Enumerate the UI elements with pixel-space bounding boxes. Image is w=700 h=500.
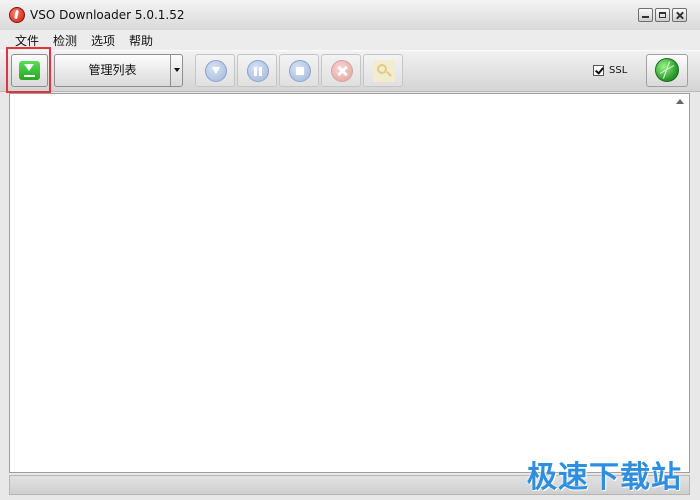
window-title: VSO Downloader 5.0.1.52 bbox=[30, 8, 185, 22]
watermark: 极速下载站 bbox=[527, 460, 682, 495]
scroll-up-arrow-icon[interactable] bbox=[672, 95, 688, 107]
ssl-checkbox[interactable] bbox=[593, 65, 604, 76]
ssl-option[interactable]: SSL bbox=[593, 65, 627, 76]
download-button[interactable] bbox=[195, 54, 235, 87]
pause-button[interactable] bbox=[237, 54, 277, 87]
menu-options[interactable]: 选项 bbox=[91, 32, 115, 49]
app-logo-icon bbox=[9, 7, 25, 23]
manage-list-dropdown[interactable] bbox=[170, 54, 183, 87]
menu-detect[interactable]: 检测 bbox=[53, 32, 77, 49]
maximize-button[interactable] bbox=[655, 8, 670, 22]
menu-help[interactable]: 帮助 bbox=[129, 32, 153, 49]
menu-bar: 文件 检测 选项 帮助 bbox=[0, 30, 700, 50]
stop-button[interactable] bbox=[279, 54, 319, 87]
close-button[interactable] bbox=[672, 8, 687, 22]
manage-list-button[interactable]: 管理列表 bbox=[54, 54, 170, 87]
find-icon bbox=[373, 60, 395, 82]
globe-icon bbox=[655, 58, 679, 82]
browser-button[interactable] bbox=[646, 54, 688, 87]
minimize-button[interactable] bbox=[638, 8, 653, 22]
delete-icon bbox=[331, 60, 353, 82]
find-button[interactable] bbox=[363, 54, 403, 87]
pause-icon bbox=[247, 60, 269, 82]
delete-button[interactable] bbox=[321, 54, 361, 87]
stop-icon bbox=[289, 60, 311, 82]
toolbar: 管理列表 SSL bbox=[0, 50, 700, 92]
highlight-box bbox=[6, 47, 51, 93]
title-bar: VSO Downloader 5.0.1.52 bbox=[0, 0, 700, 31]
ssl-label: SSL bbox=[609, 65, 628, 76]
download-icon bbox=[205, 60, 227, 82]
download-list[interactable] bbox=[9, 93, 690, 473]
